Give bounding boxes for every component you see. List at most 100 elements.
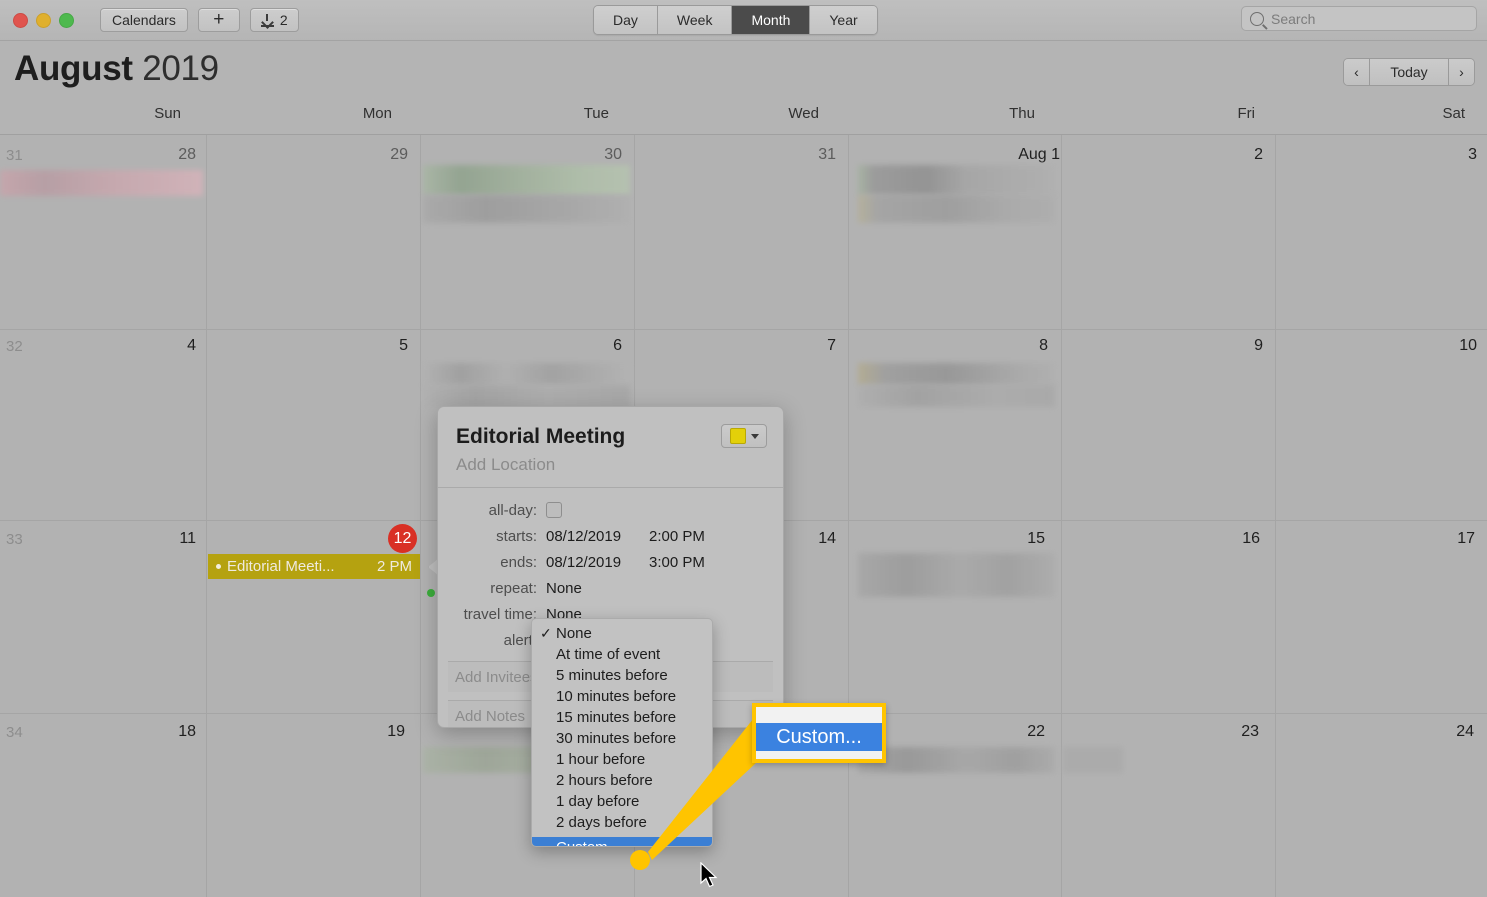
day-cell-14[interactable]: 14	[776, 530, 836, 548]
dropdown-item-label: 2 hours before	[556, 772, 653, 789]
dropdown-item-label: 5 minutes before	[556, 667, 668, 684]
dropdown-item-5-minutes-before[interactable]: 5 minutes before	[532, 665, 712, 686]
day-cell-11[interactable]: 11	[136, 530, 196, 548]
day-cell-30[interactable]: 30	[562, 146, 622, 164]
alert-options-dropdown[interactable]: ✓ None At time of event 5 minutes before…	[531, 618, 713, 847]
ends-time-input[interactable]: 3:00 PM	[649, 554, 705, 571]
day-cell-18[interactable]: 18	[136, 723, 196, 741]
year-label: 2019	[142, 49, 219, 88]
day-cell-28[interactable]: 28	[136, 146, 196, 164]
zoom-window-icon[interactable]	[59, 12, 74, 28]
repeat-value[interactable]: None	[546, 580, 582, 597]
starts-time-input[interactable]: 2:00 PM	[649, 528, 705, 545]
dropdown-item-none[interactable]: ✓ None	[532, 623, 712, 644]
day-cell-8[interactable]: 8	[988, 337, 1048, 355]
month-label: August	[14, 49, 133, 88]
day-cell-16[interactable]: 16	[1200, 530, 1260, 548]
dropdown-item-at-time-of-event[interactable]: At time of event	[532, 644, 712, 665]
dropdown-item-1-hour-before[interactable]: 1 hour before	[532, 749, 712, 770]
popover-title[interactable]: Editorial Meeting	[456, 425, 765, 449]
calendar-color-selector[interactable]	[721, 424, 767, 448]
day-cell-5[interactable]: 5	[348, 337, 408, 355]
day-cell-22[interactable]: 22	[985, 723, 1045, 741]
dropdown-item-10-minutes-before[interactable]: 10 minutes before	[532, 686, 712, 707]
callout-anchor-dot	[630, 850, 650, 870]
day-cell-6[interactable]: 6	[562, 337, 622, 355]
repeat-label: repeat:	[490, 579, 537, 597]
event-title-label: Editorial Meeti...	[227, 558, 335, 575]
day-cell-23[interactable]: 23	[1199, 723, 1259, 741]
dropdown-item-15-minutes-before[interactable]: 15 minutes before	[532, 707, 712, 728]
popover-header: Editorial Meeting Add Location	[438, 407, 783, 487]
calendar-app-window: Calendars + 2 Day Week Month Year Search…	[0, 0, 1487, 897]
event-indicator-dot	[427, 589, 435, 597]
location-input[interactable]: Add Location	[456, 455, 765, 475]
view-tab-week[interactable]: Week	[657, 6, 733, 34]
calendars-button[interactable]: Calendars	[100, 8, 188, 32]
day-cell-7[interactable]: 7	[776, 337, 836, 355]
starts-date-input[interactable]: 08/12/2019	[546, 528, 649, 545]
ends-date-input[interactable]: 08/12/2019	[546, 554, 649, 571]
weekday-header-row: Sun Mon Tue Wed Thu Fri Sat	[0, 100, 1487, 135]
dropdown-item-30-minutes-before[interactable]: 30 minutes before	[532, 728, 712, 749]
weekday-header-fri: Fri	[1237, 105, 1256, 122]
dropdown-item-label: 1 hour before	[556, 751, 646, 768]
chevron-down-icon	[750, 433, 759, 439]
weekday-header-tue: Tue	[583, 105, 609, 122]
view-tab-day[interactable]: Day	[594, 6, 658, 34]
mouse-cursor	[700, 862, 718, 888]
view-tab-month[interactable]: Month	[732, 6, 811, 34]
week-number-31: 31	[6, 147, 23, 164]
field-row-all-day: all-day:	[438, 497, 783, 523]
dropdown-item-custom[interactable]: Custom...	[532, 837, 712, 846]
day-cell-31[interactable]: 31	[776, 146, 836, 164]
day-cell-19[interactable]: 19	[345, 723, 405, 741]
dropdown-item-2-hours-before[interactable]: 2 hours before	[532, 770, 712, 791]
window-titlebar: Calendars + 2 Day Week Month Year Search	[0, 0, 1487, 41]
weekday-header-wed: Wed	[788, 105, 819, 122]
today-date-badge[interactable]: 12	[388, 524, 417, 553]
selected-event-chip[interactable]: Editorial Meeti... 2 PM	[208, 554, 420, 579]
dropdown-item-label: 10 minutes before	[556, 688, 677, 705]
redacted-event-block	[423, 363, 630, 385]
download-icon	[260, 13, 274, 27]
callout-highlight-strip: Custom...	[756, 723, 882, 751]
day-cell-24[interactable]: 24	[1414, 723, 1474, 741]
day-cell-4[interactable]: 4	[136, 337, 196, 355]
today-button[interactable]: Today	[1370, 59, 1449, 85]
next-month-button[interactable]: ›	[1449, 59, 1474, 85]
search-icon	[1250, 11, 1264, 26]
previous-month-button[interactable]: ‹	[1344, 59, 1370, 85]
redacted-event-block	[423, 385, 630, 407]
add-event-button[interactable]: +	[197, 8, 240, 32]
search-placeholder: Search	[1271, 10, 1316, 27]
redacted-event-block	[858, 385, 1055, 407]
search-field[interactable]: Search	[1241, 6, 1477, 31]
export-button[interactable]: 2	[249, 8, 299, 32]
export-count-label: 2	[279, 12, 288, 28]
day-cell-2[interactable]: 2	[1203, 146, 1263, 164]
dropdown-item-label: Custom...	[556, 839, 620, 846]
week-number-34: 34	[6, 724, 23, 741]
day-cell-3[interactable]: 3	[1417, 146, 1477, 164]
all-day-checkbox[interactable]	[546, 502, 562, 518]
view-tab-year[interactable]: Year	[810, 6, 877, 34]
field-row-ends: ends: 08/12/2019 3:00 PM	[438, 549, 783, 575]
dropdown-item-label: 2 days before	[556, 814, 647, 831]
day-cell-9[interactable]: 9	[1203, 337, 1263, 355]
redacted-event-block	[423, 195, 630, 223]
view-switcher[interactable]: Day Week Month Year	[593, 5, 878, 35]
day-cell-aug-1[interactable]: Aug 1	[985, 146, 1060, 164]
day-cell-17[interactable]: 17	[1415, 530, 1475, 548]
dropdown-item-2-days-before[interactable]: 2 days before	[532, 812, 712, 833]
dropdown-item-1-day-before[interactable]: 1 day before	[532, 791, 712, 812]
redacted-event-block	[858, 165, 1055, 195]
day-cell-29[interactable]: 29	[348, 146, 408, 164]
day-cell-15[interactable]: 15	[985, 530, 1045, 548]
weekday-header-mon: Mon	[362, 105, 392, 122]
date-navigation-group[interactable]: ‹ Today ›	[1343, 58, 1475, 86]
day-cell-10[interactable]: 10	[1417, 337, 1477, 355]
redacted-event-block	[423, 165, 630, 195]
close-window-icon[interactable]	[13, 12, 28, 28]
minimize-window-icon[interactable]	[36, 12, 51, 28]
